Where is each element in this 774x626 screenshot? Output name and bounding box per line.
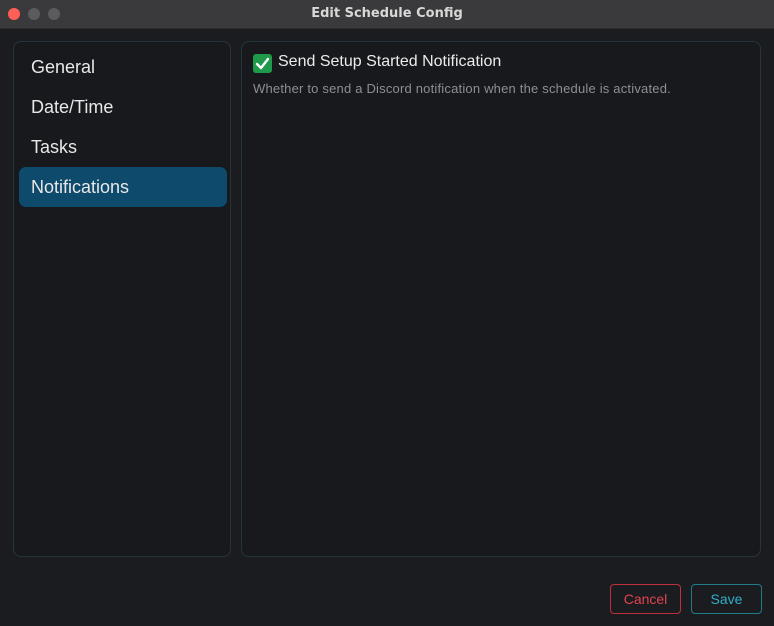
sidebar-item-date-time[interactable]: Date/Time xyxy=(19,87,227,127)
sidebar-item-notifications[interactable]: Notifications xyxy=(19,167,227,207)
checkbox-description: Whether to send a Discord notification w… xyxy=(253,81,671,96)
checkbox-label[interactable]: Send Setup Started Notification xyxy=(278,53,501,71)
sidebar-item-tasks[interactable]: Tasks xyxy=(19,127,227,167)
send-setup-started-checkbox[interactable] xyxy=(253,54,272,73)
settings-sidebar: General Date/Time Tasks Notifications xyxy=(13,41,231,557)
window-title: Edit Schedule Config xyxy=(311,6,463,21)
cancel-button[interactable]: Cancel xyxy=(610,584,681,614)
title-bar: Edit Schedule Config xyxy=(0,0,774,29)
save-button[interactable]: Save xyxy=(691,584,762,614)
settings-panel: Send Setup Started Notification Whether … xyxy=(241,41,761,557)
checkmark-icon xyxy=(255,57,270,70)
sidebar-item-general[interactable]: General xyxy=(19,47,227,87)
